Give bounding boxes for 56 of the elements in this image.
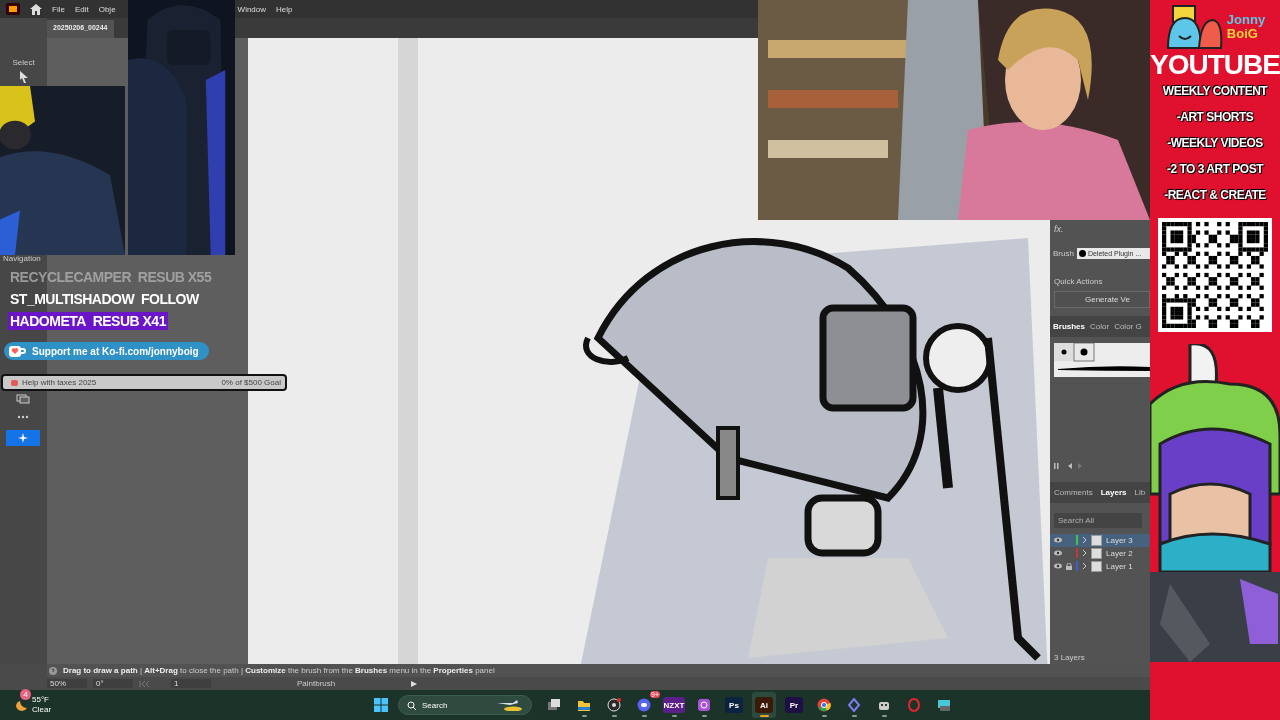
alert-text: ST_MULTISHADOW FOLLOW xyxy=(9,290,200,308)
action-button[interactable]: Generate Ve xyxy=(1054,291,1150,308)
taskbar-app[interactable]: Ps xyxy=(722,692,746,718)
layer-name: Layer 1 xyxy=(1106,561,1133,571)
effects-label: fx. xyxy=(1053,223,1065,236)
current-tool: Paintbrush xyxy=(297,679,336,688)
taskbar-app[interactable]: Ai xyxy=(752,692,776,718)
layer-row[interactable]: Layer 1 xyxy=(1050,559,1150,573)
app-tile-icon: Pr xyxy=(785,697,803,713)
temperature: 55°F xyxy=(32,695,50,705)
hint-text: Drag to draw a path | Alt+Drag to close the path | Customize the brush from the Brushes menu in the Properties panel xyxy=(63,666,495,675)
taskbar-app[interactable]: Pr xyxy=(782,692,806,718)
search-field[interactable]: Search All xyxy=(1054,512,1142,528)
menu-item[interactable]: File xyxy=(52,4,65,14)
section-label: Quick Actions xyxy=(1053,276,1104,288)
menu-item[interactable]: Edit xyxy=(74,4,89,14)
panel-label: Navigation xyxy=(3,254,41,263)
menu-item[interactable]: Window xyxy=(237,4,267,14)
artboard-dropdown[interactable]: 1 xyxy=(171,679,211,688)
promo-line: -2 TO 3 ART POST xyxy=(1167,162,1263,176)
promo-line: -REACT & CREATE xyxy=(1164,188,1266,202)
layer-row[interactable]: Layer 2 xyxy=(1050,546,1150,560)
app-tile-icon: Ps xyxy=(725,697,743,713)
goal-progress: 0% of $500 Goal xyxy=(221,378,281,387)
tool-label: Select xyxy=(12,58,35,67)
promo-line: WEEKLY CONTENT xyxy=(1162,84,1268,98)
panel-tab[interactable]: Lib xyxy=(1134,487,1146,497)
zoom-dropdown[interactable]: 50% xyxy=(47,679,87,688)
alert-text: RECYCLECAMPER RESUB X55 xyxy=(9,268,213,286)
logo-text: Jonny xyxy=(1226,13,1266,27)
alert-text: HADOMETA RESUB X41 xyxy=(8,312,168,330)
notification-count: 4 xyxy=(20,689,31,700)
rotation-dropdown[interactable]: 0° xyxy=(93,679,133,688)
layer-count: 3 Layers xyxy=(1053,653,1086,664)
search-field[interactable]: Search xyxy=(398,695,532,715)
panel-tab[interactable]: Color G xyxy=(1114,322,1142,331)
layer-name: Layer 2 xyxy=(1106,548,1133,558)
logo-text: BoiG xyxy=(1226,27,1258,41)
layer-row[interactable]: Layer 3 xyxy=(1050,533,1150,547)
promo-line: -WEEKLY VIDEOS xyxy=(1167,136,1263,150)
layer-name: Layer 3 xyxy=(1106,535,1133,545)
goal-title: Help with taxes 2025 xyxy=(22,378,97,387)
promo-line: -ART SHORTS xyxy=(1176,110,1254,124)
panel-tab[interactable]: Color xyxy=(1090,322,1110,331)
promo-title: YOUTUBE xyxy=(1150,50,1280,80)
kofi-text: Support me at Ko-fi.com/jonnyboig xyxy=(32,345,199,357)
menu-item[interactable]: Help xyxy=(276,4,293,14)
app-tile-icon: NZXT xyxy=(662,697,686,713)
taskbar-app[interactable]: NZXT xyxy=(662,692,686,718)
panel-tab[interactable]: Comments xyxy=(1054,487,1093,497)
menu-item[interactable]: Obje xyxy=(98,4,116,14)
panel-tab[interactable]: Layers xyxy=(1100,487,1127,497)
field-label: Brush xyxy=(1053,249,1074,258)
app-tile-icon: Ai xyxy=(755,697,773,713)
panel-tab[interactable]: Brushes xyxy=(1053,322,1085,331)
weather-condition: Clear xyxy=(32,705,52,715)
